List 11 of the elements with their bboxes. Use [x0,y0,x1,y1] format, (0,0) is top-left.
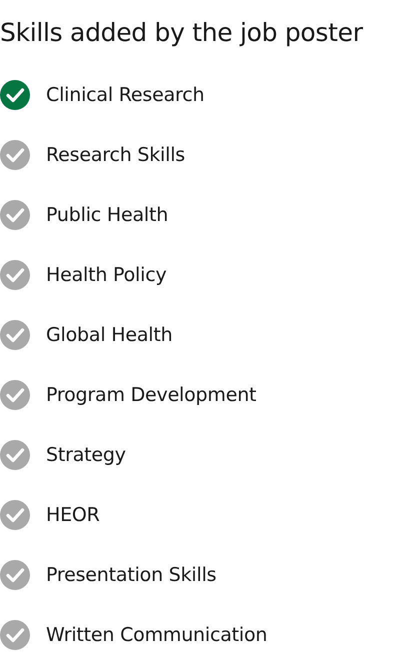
skill-label: Presentation Skills [46,564,216,586]
skill-label: HEOR [46,504,100,526]
skill-label: Program Development [46,384,256,406]
section-title: Skills added by the job poster [0,18,364,47]
skill-label: Clinical Research [46,84,204,106]
skill-label: Global Health [46,324,172,346]
skill-label: Public Health [46,204,168,226]
skill-label: Research Skills [46,144,185,166]
skill-label: Strategy [46,444,126,466]
skill-label: Written Communication [46,624,268,646]
skill-label: Health Policy [46,264,166,286]
